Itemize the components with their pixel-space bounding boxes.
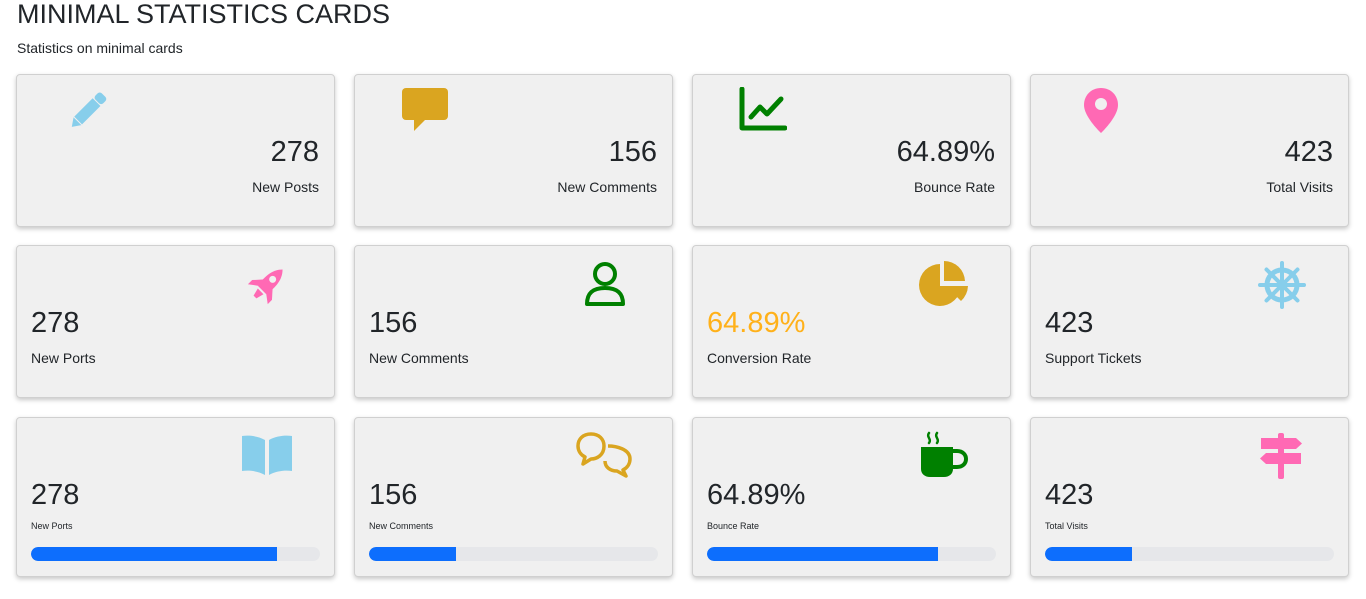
progress-bar (1045, 547, 1334, 561)
stat-value: 64.89% (707, 307, 806, 339)
pencil-icon (71, 92, 107, 127)
progress-fill (707, 547, 939, 561)
stat-label: New Comments (369, 350, 469, 366)
progress-fill (369, 547, 456, 561)
stat-card-bounce-rate: 64.89% Bounce Rate (692, 74, 1011, 227)
page-title: MINIMAL STATISTICS CARDS (17, 0, 391, 29)
progress-fill (1045, 547, 1132, 561)
stat-card-conversion-rate: 64.89% Conversion Rate (692, 245, 1011, 398)
stat-label: New Comments (557, 179, 657, 195)
stat-value: 423 (1284, 136, 1333, 168)
stat-card-support-tickets: 423 Support Tickets (1030, 245, 1349, 398)
stat-value: 156 (369, 479, 418, 511)
stat-value: 64.89% (896, 136, 995, 168)
progress-fill (31, 547, 277, 561)
stat-value: 423 (1045, 479, 1094, 511)
page-subtitle: Statistics on minimal cards (17, 40, 183, 56)
book-icon (242, 435, 292, 475)
stat-card-new-posts: 278 New Posts (16, 74, 335, 227)
stat-label: Bounce Rate (707, 521, 760, 531)
stat-value: 64.89% (707, 479, 806, 511)
stat-label: Bounce Rate (914, 179, 995, 195)
line-chart-icon (739, 87, 787, 131)
stat-label: New Comments (369, 521, 434, 531)
stat-label: New Posts (252, 179, 319, 195)
comment-icon (402, 88, 448, 131)
stat-label: New Ports (31, 521, 73, 531)
stat-card-total-visits: 423 Total Visits (1030, 74, 1349, 227)
user-icon (585, 262, 625, 306)
stat-value: 278 (31, 479, 80, 511)
progress-card-bounce-rate: 64.89% Bounce Rate (692, 417, 1011, 577)
map-pin-icon (1084, 88, 1118, 133)
stat-label: Total Visits (1045, 521, 1088, 531)
progress-card-total-visits: 423 Total Visits (1030, 417, 1349, 577)
progress-card-new-ports: 278 New Ports (16, 417, 335, 577)
stat-value: 156 (369, 307, 418, 339)
stat-card-new-ports: 278 New Ports (16, 245, 335, 398)
stat-label: Conversion Rate (707, 350, 812, 366)
progress-bar (369, 547, 658, 561)
stat-value: 278 (31, 307, 80, 339)
signpost-icon (1260, 433, 1302, 479)
stat-label: New Ports (31, 350, 96, 366)
stat-value: 423 (1045, 307, 1094, 339)
progress-bar (31, 547, 320, 561)
stat-card-new-comments-2: 156 New Comments (354, 245, 673, 398)
progress-card-new-comments: 156 New Comments (354, 417, 673, 577)
stat-value: 156 (608, 136, 657, 168)
comments-icon (576, 432, 632, 478)
helm-icon (1258, 261, 1306, 309)
stat-value: 278 (270, 136, 319, 168)
stat-label: Total Visits (1266, 179, 1333, 195)
progress-bar (707, 547, 996, 561)
pie-chart-icon (919, 261, 968, 306)
rocket-icon (247, 269, 283, 305)
stat-label: Support Tickets (1045, 350, 1142, 366)
coffee-icon (921, 431, 969, 477)
stat-card-new-comments: 156 New Comments (354, 74, 673, 227)
